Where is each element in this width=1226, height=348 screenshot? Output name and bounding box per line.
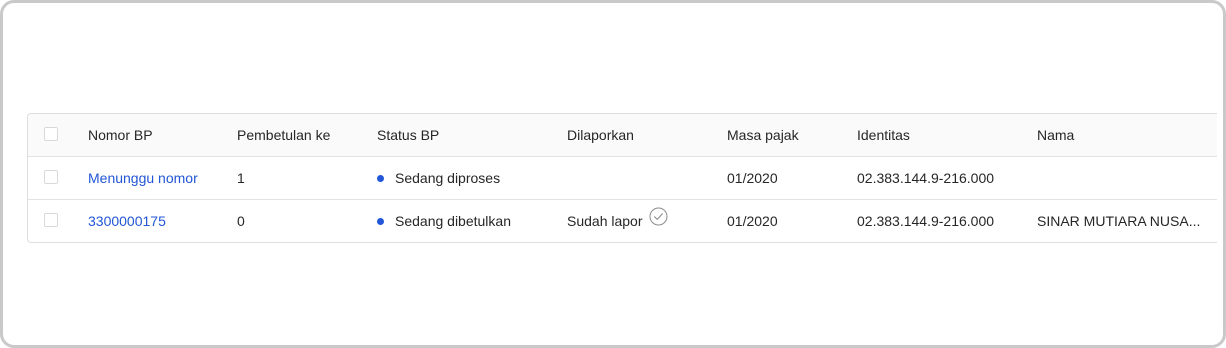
select-all-checkbox[interactable] — [44, 127, 58, 141]
status-dot-icon — [377, 175, 384, 182]
pembetulan-ke-cell: 1 — [237, 170, 245, 186]
identitas-cell: 02.383.144.9-216.000 — [857, 213, 995, 229]
pembetulan-ke-cell: 0 — [237, 213, 245, 229]
bp-table: Nomor BP Pembetulan ke Status BP Dilapor… — [27, 113, 1217, 243]
identitas-cell: 02.383.144.9-216.000 — [857, 170, 995, 186]
status-dot-icon — [377, 218, 384, 225]
row-checkbox[interactable] — [44, 213, 58, 227]
table-row[interactable]: Menunggu nomor 1 Sedang diproses 01/2020… — [28, 157, 1217, 200]
nama-cell: SINAR MUTIARA NUSA... — [1037, 213, 1201, 229]
nomor-bp-link[interactable]: Menunggu nomor — [88, 170, 198, 186]
table-row[interactable]: 3300000175 0 Sedang dibetulkan Sudah lap… — [28, 200, 1217, 242]
nama-cell — [1037, 157, 1207, 199]
nomor-bp-cell: 3300000175 — [88, 200, 166, 242]
nomor-bp-cell: Menunggu nomor — [88, 157, 198, 199]
status-bp-cell: Sedang diproses — [377, 157, 500, 199]
column-header-pembetulan-ke[interactable]: Pembetulan ke — [237, 114, 330, 156]
check-circle-icon — [649, 200, 668, 242]
dilaporkan-cell: Sudah lapor — [567, 200, 668, 242]
nomor-bp-link[interactable]: 3300000175 — [88, 213, 166, 229]
masa-pajak-cell: 01/2020 — [727, 170, 778, 186]
column-header-masa-pajak[interactable]: Masa pajak — [727, 114, 799, 156]
status-bp-text: Sedang dibetulkan — [395, 213, 511, 229]
row-checkbox[interactable] — [44, 170, 58, 184]
table-header-row: Nomor BP Pembetulan ke Status BP Dilapor… — [28, 114, 1217, 157]
masa-pajak-cell: 01/2020 — [727, 213, 778, 229]
column-header-nama[interactable]: Nama — [1037, 114, 1207, 156]
column-header-identitas[interactable]: Identitas — [857, 114, 910, 156]
window-frame: Nomor BP Pembetulan ke Status BP Dilapor… — [0, 0, 1226, 348]
status-bp-text: Sedang diproses — [395, 170, 501, 186]
column-header-dilaporkan[interactable]: Dilaporkan — [567, 114, 634, 156]
column-header-status-bp[interactable]: Status BP — [377, 114, 439, 156]
dilaporkan-text: Sudah lapor — [567, 213, 643, 229]
status-bp-cell: Sedang dibetulkan — [377, 200, 511, 242]
column-header-nomor-bp[interactable]: Nomor BP — [88, 114, 153, 156]
